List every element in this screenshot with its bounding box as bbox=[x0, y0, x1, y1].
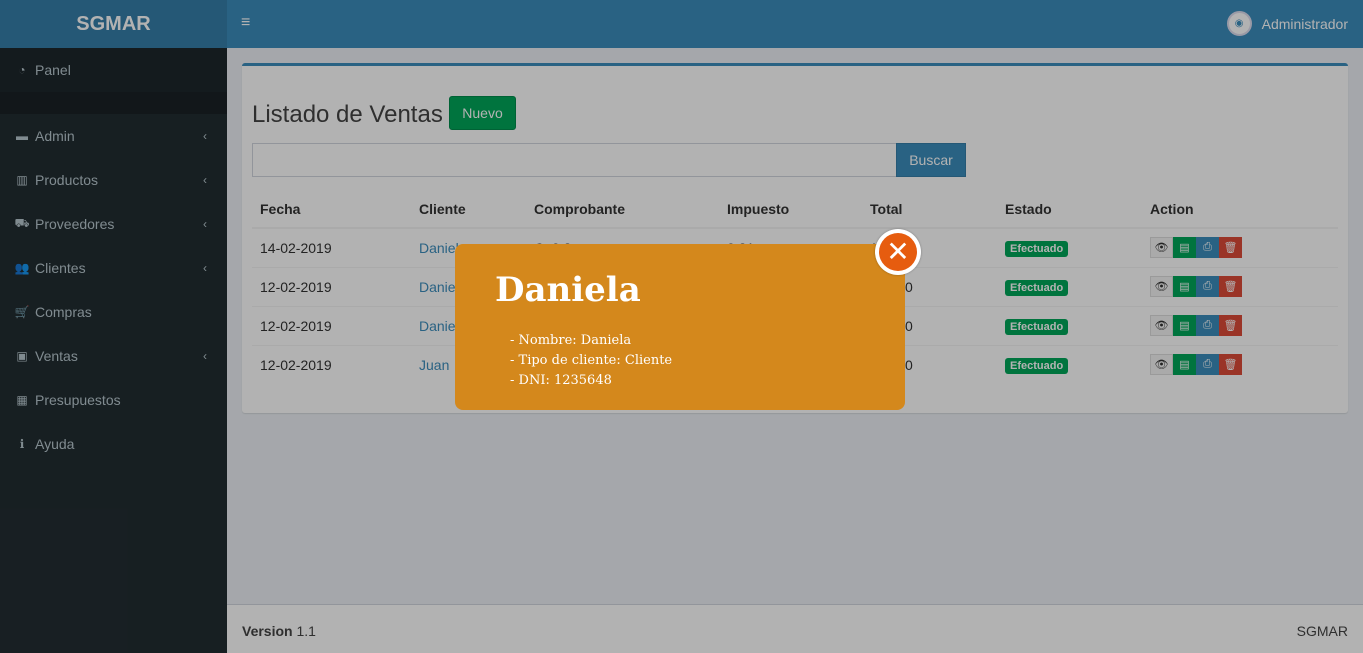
detail-tipo-cliente: - Tipo de cliente: Cliente bbox=[510, 353, 673, 368]
detail-nombre: - Nombre: Daniela bbox=[510, 333, 632, 348]
client-info-modal: Daniela - Nombre: Daniela - Tipo de clie… bbox=[455, 244, 905, 410]
close-icon: ✕ bbox=[879, 233, 917, 271]
modal-close-button[interactable]: ✕ bbox=[875, 229, 921, 275]
modal-title: Daniela bbox=[495, 270, 641, 310]
detail-dni: - DNI: 1235648 bbox=[510, 373, 612, 388]
client-details-list: - Nombre: Daniela - Tipo de cliente: Cli… bbox=[510, 331, 672, 391]
